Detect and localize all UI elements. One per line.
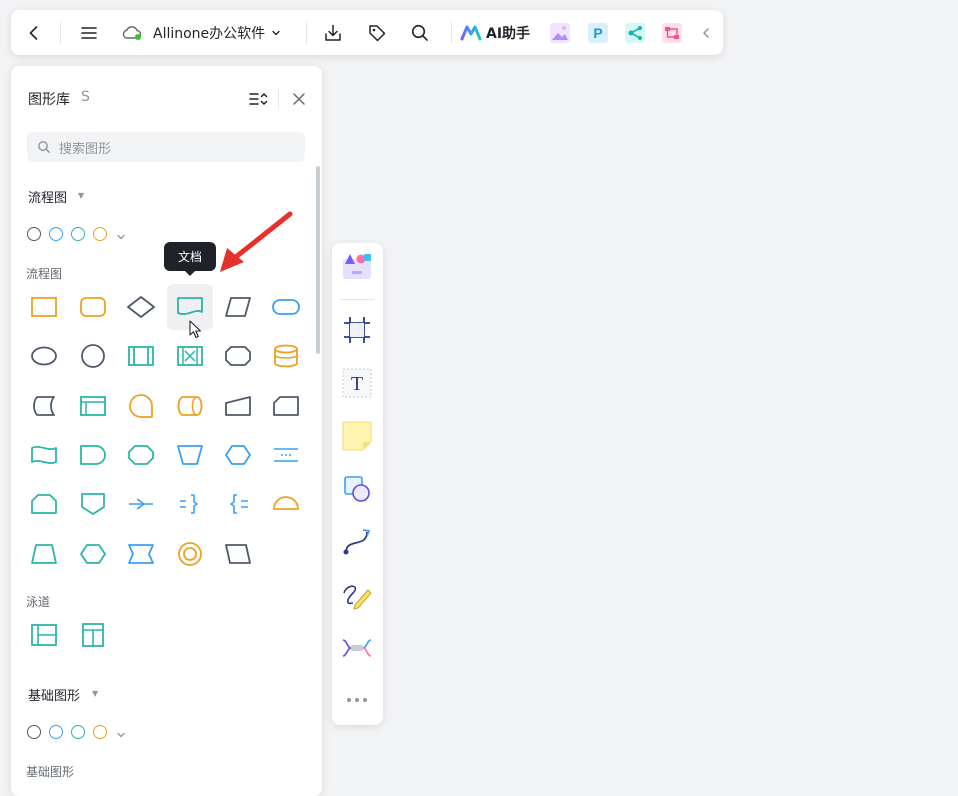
section-title-flowchart[interactable]: 流程图 [28, 187, 67, 206]
menu-icon[interactable] [77, 10, 101, 55]
mouse-cursor-icon [189, 320, 202, 344]
section-title-basic-shapes[interactable]: 基础图形 [28, 685, 80, 704]
sort-icon[interactable] [247, 88, 269, 110]
color-option-orange[interactable] [93, 725, 107, 739]
search-icon [37, 140, 51, 154]
shape-merge-arrow[interactable] [118, 481, 164, 527]
shape-octagon[interactable] [215, 333, 261, 379]
shape-library-panel: 图形库 S 搜索图形 流程图 ▼ 流程图 泳道 基础图形 ▼ 基础图形 [11, 66, 322, 796]
text-icon[interactable]: T [340, 366, 374, 400]
shape-manual-input[interactable] [215, 383, 261, 429]
shape-display[interactable] [118, 432, 164, 478]
shape-preparation[interactable] [215, 432, 261, 478]
shape-predefined-process[interactable] [118, 333, 164, 379]
shape-rounded-rect[interactable] [70, 284, 116, 330]
ai-logo-icon [460, 25, 482, 41]
close-icon[interactable] [288, 88, 310, 110]
panel-scrollbar[interactable] [316, 166, 320, 354]
shape-ellipse[interactable] [21, 333, 67, 379]
document-title: Allinone办公软件 [153, 25, 266, 42]
back-icon[interactable] [21, 10, 47, 55]
shape-terminator[interactable] [263, 284, 309, 330]
toolstrip-divider [340, 299, 374, 300]
flow-app-icon[interactable] [660, 10, 684, 55]
pen-icon[interactable] [340, 578, 374, 612]
shape-slanted-rect[interactable] [215, 531, 261, 577]
shape-annotation[interactable] [263, 432, 309, 478]
tag-icon[interactable] [365, 10, 389, 55]
shape-off-page-connector[interactable] [70, 481, 116, 527]
sticky-note-icon[interactable] [340, 419, 374, 453]
shape-decision[interactable] [118, 284, 164, 330]
panel-title: 图形库 [28, 92, 70, 108]
cloud-icon [121, 25, 143, 41]
subsection-label-flowchart: 流程图 [26, 267, 63, 281]
shape-ring[interactable] [167, 531, 213, 577]
mindmap-icon[interactable] [340, 631, 374, 665]
shape-horizontal-swimlane[interactable] [21, 612, 67, 658]
ai-assistant-label: AI助手 [486, 25, 531, 42]
svg-text:T: T [351, 373, 363, 395]
shape-brace-left[interactable] [215, 481, 261, 527]
color-option-blue[interactable] [49, 725, 63, 739]
shape-tooltip: 文档 [164, 242, 216, 276]
shape-vertical-swimlane[interactable] [70, 612, 116, 658]
shape-step[interactable] [118, 531, 164, 577]
shape-punched-tape[interactable] [21, 432, 67, 478]
shape-delay[interactable] [70, 432, 116, 478]
chevron-down-icon[interactable] [115, 726, 127, 745]
annotation-arrow-icon [214, 208, 298, 282]
frame-icon[interactable] [340, 313, 374, 347]
subsection-label-basic-shapes: 基础图形 [26, 765, 75, 779]
chevron-down-icon [271, 28, 281, 38]
shape-loop-limit[interactable] [21, 481, 67, 527]
shape-brace-right[interactable] [167, 481, 213, 527]
shape-direct-access[interactable] [167, 383, 213, 429]
connector-icon[interactable] [340, 525, 374, 559]
color-option-teal[interactable] [71, 227, 85, 241]
shape-hexagon[interactable] [70, 531, 116, 577]
shape-half-circle[interactable] [263, 481, 309, 527]
search-icon[interactable] [408, 10, 432, 55]
shape-sequential-access[interactable] [118, 383, 164, 429]
p-app-icon[interactable]: P [586, 10, 610, 55]
ai-assistant-button[interactable]: AI助手 [460, 10, 536, 55]
caret-down-icon[interactable]: ▼ [78, 191, 84, 200]
svg-text:P: P [593, 25, 602, 41]
shape-database[interactable] [263, 333, 309, 379]
shape-manual-operation[interactable] [167, 432, 213, 478]
toolbar-divider [306, 21, 307, 44]
shape-stored-data[interactable] [21, 383, 67, 429]
shape-data-parallelogram[interactable] [215, 284, 261, 330]
more-icon[interactable] [340, 683, 374, 717]
shape-icon[interactable] [340, 472, 374, 506]
download-icon[interactable] [321, 10, 345, 55]
subsection-label-swimlane: 泳道 [26, 595, 51, 609]
shape-process[interactable] [21, 284, 67, 330]
color-option-teal[interactable] [71, 725, 85, 739]
shape-search-input[interactable]: 搜索图形 [27, 132, 305, 162]
creation-toolbar: T [332, 243, 383, 725]
top-toolbar: Allinone办公软件 AI助手 P [11, 10, 723, 55]
template-icon[interactable] [340, 249, 374, 283]
toolbar-divider [451, 21, 452, 44]
image-gen-app-icon[interactable] [548, 10, 572, 55]
search-placeholder: 搜索图形 [59, 142, 112, 157]
shape-internal-storage[interactable] [70, 383, 116, 429]
chevron-down-icon[interactable] [115, 228, 127, 247]
shape-card[interactable] [263, 383, 309, 429]
color-option-blue[interactable] [49, 227, 63, 241]
color-option-orange[interactable] [93, 227, 107, 241]
toolbar-divider [60, 21, 61, 44]
panel-shortcut-hint: S [81, 89, 90, 105]
panel-header-divider [278, 89, 279, 109]
color-option-gray[interactable] [27, 227, 41, 241]
caret-down-icon[interactable]: ▼ [92, 689, 98, 698]
document-title-button[interactable]: Allinone办公软件 [121, 10, 297, 55]
collapse-icon[interactable] [699, 10, 713, 55]
color-option-gray[interactable] [27, 725, 41, 739]
mindmap-app-icon[interactable] [623, 10, 647, 55]
shape-trapezoid[interactable] [21, 531, 67, 577]
shape-circle[interactable] [70, 333, 116, 379]
